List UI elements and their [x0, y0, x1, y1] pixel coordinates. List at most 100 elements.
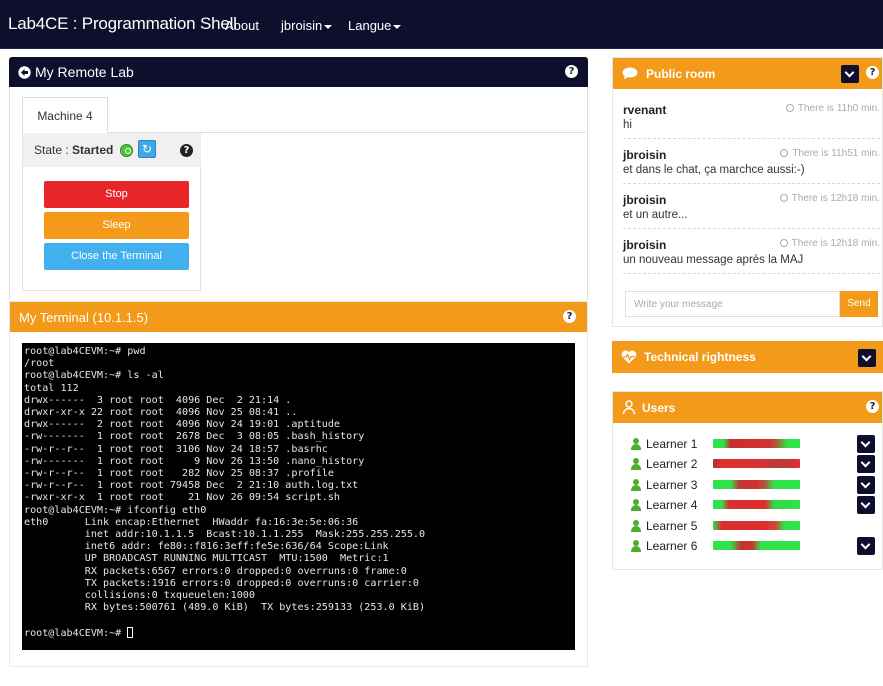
- terminal-line: inet addr:10.1.1.5 Bcast:10.1.1.255 Mask…: [24, 529, 426, 541]
- message-author[interactable]: jbroisin: [623, 148, 666, 162]
- sleep-button[interactable]: Sleep: [44, 212, 189, 239]
- question-icon[interactable]: ?: [866, 400, 879, 413]
- learner-row: Learner 2: [631, 455, 881, 474]
- learner-row: Learner 3: [631, 475, 881, 495]
- terminal-line: -rw------- 1 root root 2678 Dec 3 08:05 …: [24, 431, 365, 443]
- terminal-line: drwxr-xr-x 22 root root 4096 Nov 25 08:4…: [24, 407, 298, 419]
- learner-row: Learner 5: [631, 518, 881, 536]
- send-button[interactable]: Send: [840, 291, 878, 317]
- learner-name[interactable]: Learner 1: [646, 437, 697, 451]
- learner-name[interactable]: Learner 6: [646, 539, 697, 553]
- chevron-down-icon[interactable]: [841, 65, 859, 83]
- nav-language-label: Langue: [348, 18, 392, 33]
- remote-lab-title: My Remote Lab: [35, 64, 134, 80]
- message-time: There is 12h18 min.: [779, 193, 880, 204]
- top-navbar: Lab4CE : Programmation Shell About jbroi…: [0, 0, 883, 49]
- terminal-line: -rw-r--r-- 1 root root 3106 Nov 24 18:57…: [24, 443, 328, 455]
- chevron-down-icon[interactable]: [858, 349, 876, 367]
- learner-name[interactable]: Learner 2: [646, 457, 697, 471]
- users-icon: [622, 400, 636, 415]
- terminal-line: drwx------ 2 root root 4096 Nov 24 19:01…: [24, 419, 341, 431]
- terminal-line: -rw-r--r-- 1 root root 282 Nov 25 08:37 …: [24, 468, 334, 480]
- technical-rightness-title: Technical rightness: [644, 350, 756, 364]
- nav-about[interactable]: About: [225, 18, 259, 33]
- message-text: et dans le chat, ça marchce aussi:-): [623, 164, 805, 176]
- terminal-line: /root: [24, 358, 55, 370]
- user-icon: [631, 438, 641, 450]
- chat-message: jbroisin There is 12h18 min. et un autre..…: [623, 185, 880, 229]
- terminal-line: drwx------ 3 root root 4096 Dec 2 21:14 …: [24, 394, 292, 406]
- learner-activity-meter: [713, 439, 800, 448]
- terminal-line: root@lab4CEVM:~# pwd: [24, 346, 146, 357]
- arrow-circle-left-icon: [18, 65, 31, 79]
- refresh-icon[interactable]: ↻: [138, 140, 156, 158]
- question-icon[interactable]: ?: [563, 310, 576, 323]
- machine-state-row: State : Started ↻ ?: [23, 133, 201, 167]
- learner-name[interactable]: Learner 4: [646, 498, 697, 512]
- chevron-down-icon[interactable]: [857, 455, 875, 474]
- message-author[interactable]: jbroisin: [623, 238, 666, 252]
- app-brand[interactable]: Lab4CE : Programmation Shell: [8, 14, 237, 34]
- question-icon[interactable]: ?: [565, 65, 578, 78]
- terminal-line: root@lab4CEVM:~# ifconfig eth0: [24, 504, 207, 516]
- message-time: There is 12h18 min.: [779, 238, 880, 249]
- learner-activity-meter: [713, 479, 800, 489]
- chevron-down-icon[interactable]: [857, 435, 875, 453]
- chat-message: jbroisin There is 11h51 min. et dans le ch…: [623, 140, 880, 184]
- nav-user-label: jbroisin: [281, 18, 323, 33]
- caret-down-icon: [393, 24, 402, 29]
- learner-activity-meter: [713, 459, 800, 469]
- message-text: un nouveau message après la MAJ: [623, 254, 804, 266]
- message-text: et un autre...: [623, 209, 688, 221]
- power-icon: [120, 144, 133, 157]
- user-icon: [631, 540, 641, 552]
- technical-rightness-header: Technical rightness: [612, 341, 883, 373]
- terminal-screen[interactable]: root@lab4CEVM:~# pwd/root root@lab4CEVM:~…: [22, 343, 575, 650]
- chat-bubble-icon: [622, 67, 638, 80]
- remote-lab-body: Machine 4 State : Started ↻ ? Stop Sleep…: [9, 87, 588, 300]
- chevron-down-icon[interactable]: [857, 496, 875, 515]
- public-room-title: Public room: [646, 66, 716, 81]
- question-icon[interactable]: ?: [180, 144, 193, 157]
- message-time: There is 11h51 min.: [780, 148, 880, 159]
- stop-button[interactable]: Stop: [44, 181, 189, 208]
- technical-rightness-panel: Technical rightness: [612, 341, 883, 373]
- message-time-text: There is 12h18 min.: [791, 193, 880, 204]
- learner-name[interactable]: Learner 3: [646, 478, 697, 492]
- tab-machine-4[interactable]: Machine 4: [22, 97, 108, 133]
- terminal-line: eth0 Link encap:Ethernet HWaddr fa:16:3e…: [24, 516, 359, 528]
- user-icon: [631, 499, 641, 512]
- state-value: Started: [72, 143, 114, 157]
- user-icon: [631, 458, 641, 471]
- message-author[interactable]: jbroisin: [623, 193, 666, 207]
- clock-icon: [785, 104, 794, 112]
- message-time-text: There is 11h0 min.: [797, 103, 880, 114]
- message-time-text: There is 12h18 min.: [791, 238, 880, 249]
- public-room-panel: Public room ? rvenant There is 11h0 min. h…: [612, 57, 883, 327]
- learner-name[interactable]: Learner 5: [646, 519, 697, 533]
- users-panel: Users ? Learner 1 Learner 2 Learner 3 Learn…: [612, 391, 883, 570]
- message-time: There is 11h0 min.: [785, 103, 880, 114]
- chevron-down-icon[interactable]: [857, 475, 875, 494]
- learner-activity-meter: [713, 500, 800, 510]
- learner-row: Learner 1: [631, 435, 881, 454]
- terminal-line: collisions:0 txqueuelen:1000: [24, 590, 255, 602]
- chat-message: jbroisin There is 12h18 min. un nouveau me…: [623, 230, 880, 274]
- nav-user-menu[interactable]: jbroisin: [281, 18, 333, 33]
- terminal-panel: My Terminal (10.1.1.5) ? root@lab4CEVM:~…: [9, 301, 588, 667]
- learner-row: Learner 6: [631, 537, 881, 556]
- terminal-line: -rwxr-xr-x 1 root root 21 Nov 26 09:54 s…: [24, 492, 341, 504]
- question-icon[interactable]: ?: [866, 66, 879, 79]
- remote-lab-header: My Remote Lab ?: [9, 57, 588, 87]
- clock-icon: [780, 149, 789, 157]
- nav-language-menu[interactable]: Langue: [348, 18, 402, 33]
- users-header: Users ?: [613, 392, 882, 423]
- chevron-down-icon[interactable]: [857, 537, 875, 555]
- message-author[interactable]: rvenant: [623, 103, 666, 117]
- message-input[interactable]: [625, 291, 840, 317]
- terminal-line: UP BROADCAST RUNNING MULTICAST MTU:1500 …: [24, 553, 389, 565]
- close-terminal-button[interactable]: Close the Terminal: [44, 243, 189, 270]
- public-room-header: Public room ?: [613, 58, 882, 89]
- users-title: Users: [642, 400, 676, 415]
